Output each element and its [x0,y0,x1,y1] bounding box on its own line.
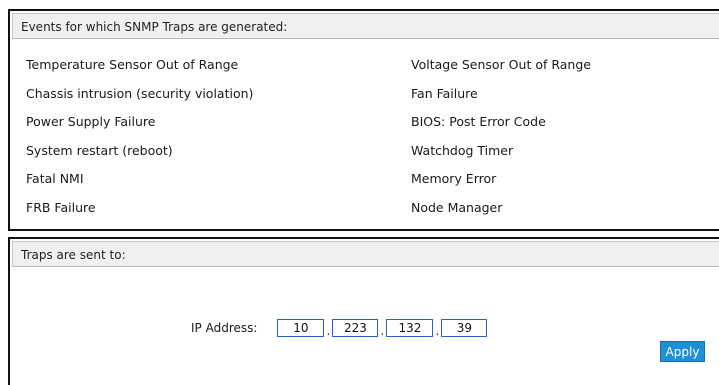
ip-octet-3-input[interactable] [386,319,434,337]
event-watchdog-timer: Watchdog Timer [411,142,514,158]
event-node-manager: Node Manager [411,199,503,215]
events-panel-header: Events for which SNMP Traps are generate… [12,13,719,39]
event-power-supply-failure: Power Supply Failure [26,114,156,130]
event-system-restart: System restart (reboot) [26,142,173,158]
event-fan-failure: Fan Failure [411,85,478,101]
ip-address-row: IP Address: . . . [191,318,488,338]
event-voltage-sensor: Voltage Sensor Out of Range [411,57,591,72]
events-list: Temperature Sensor Out of Range Voltage … [26,57,716,229]
ip-octet-2-input[interactable] [332,319,379,337]
event-frb-failure: FRB Failure [26,199,96,215]
event-row: FRB Failure Node Manager [26,200,716,229]
event-bios-post-error: BIOS: Post Error Code [411,114,546,130]
event-temperature-sensor: Temperature Sensor Out of Range [26,57,239,72]
apply-button[interactable]: Apply [660,341,705,362]
ip-separator: . [435,324,440,338]
ip-octet-4-input[interactable] [441,319,488,337]
ip-address-label: IP Address: [191,321,258,335]
events-panel: Events for which SNMP Traps are generate… [8,9,719,231]
event-row: Power Supply Failure BIOS: Post Error Co… [26,114,716,143]
event-fatal-nmi: Fatal NMI [26,171,84,187]
event-row: Chassis intrusion (security violation) F… [26,86,716,115]
event-row: System restart (reboot) Watchdog Timer [26,143,716,172]
traps-panel: Traps are sent to: IP Address: . . . App… [8,237,719,385]
traps-panel-header: Traps are sent to: [12,241,719,267]
event-chassis-intrusion: Chassis intrusion (security violation) [26,85,254,101]
ip-separator: . [380,324,385,338]
ip-octet-1-input[interactable] [277,319,325,337]
event-memory-error: Memory Error [411,171,497,187]
ip-separator: . [326,324,331,338]
snmp-traps-page: Events for which SNMP Traps are generate… [0,0,719,385]
event-row: Temperature Sensor Out of Range Voltage … [26,57,716,86]
event-row: Fatal NMI Memory Error [26,171,716,200]
